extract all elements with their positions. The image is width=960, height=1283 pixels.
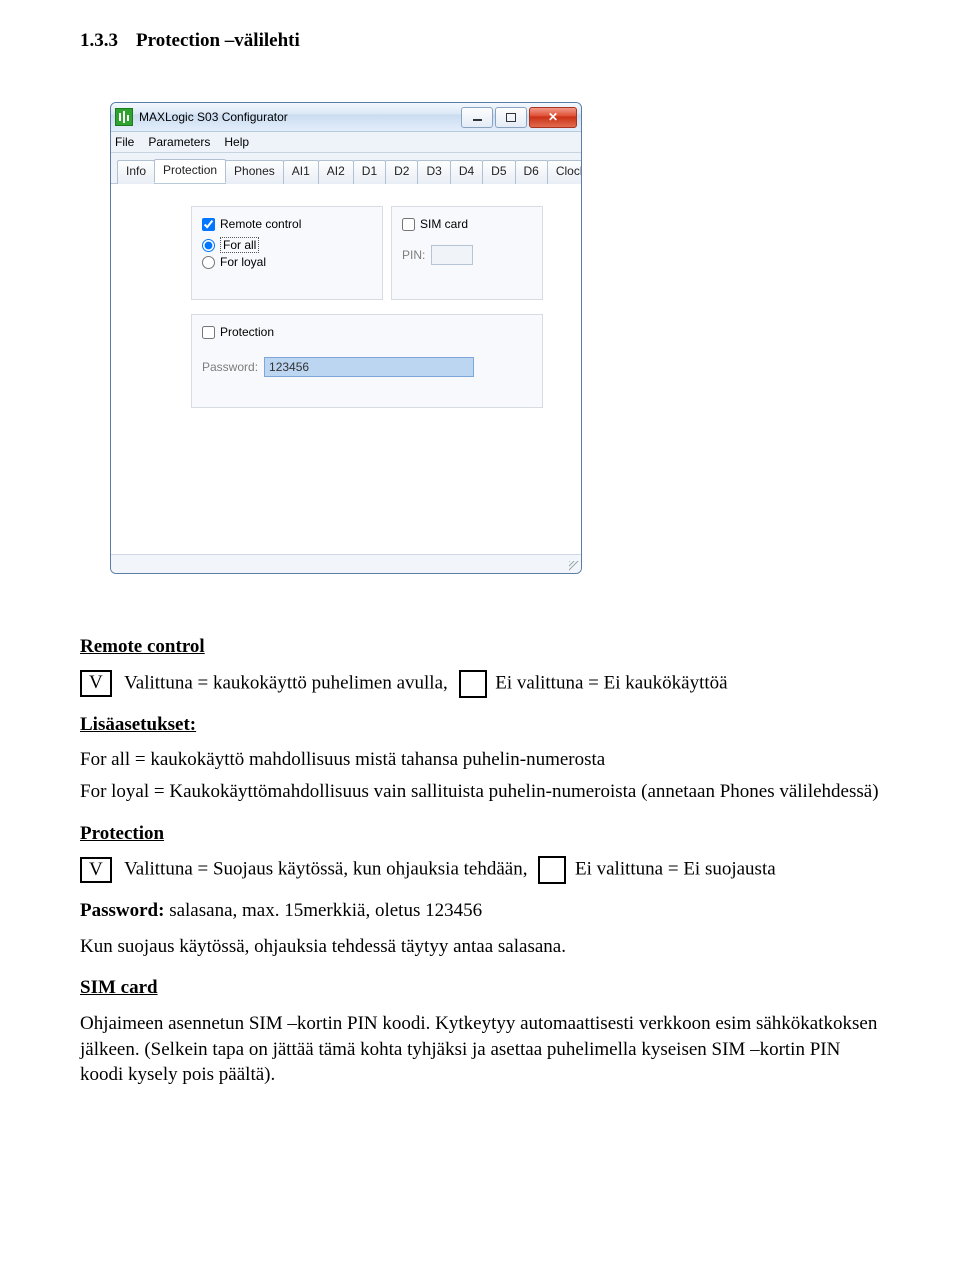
- menubar: File Parameters Help: [111, 132, 581, 153]
- protection-checkbox[interactable]: [202, 326, 215, 339]
- radio-for-all[interactable]: [202, 239, 215, 252]
- sim-heading: SIM card: [80, 975, 880, 1001]
- password-label: Password:: [202, 360, 258, 374]
- remote-control-heading: Remote control: [80, 634, 880, 660]
- tab-d4[interactable]: D4: [450, 160, 483, 184]
- tab-protection[interactable]: Protection: [154, 159, 226, 183]
- sim-card-label: SIM card: [420, 217, 468, 231]
- section-number: 1.3.3: [80, 30, 118, 51]
- resize-grip[interactable]: [569, 561, 579, 571]
- tab-d3[interactable]: D3: [417, 160, 450, 184]
- radio-for-loyal[interactable]: [202, 256, 215, 269]
- app-window: MAXLogic S03 Configurator ✕ File Paramet…: [110, 102, 582, 574]
- tab-content: Remote control For all For loyal: [111, 184, 581, 554]
- forall-text: For all = kaukokäyttö mahdollisuus mistä…: [80, 747, 880, 773]
- close-button[interactable]: ✕: [529, 107, 577, 128]
- remote-text-valittuna: Valittuna = kaukokäyttö puhelimen avulla…: [124, 672, 448, 693]
- group-sim-card: SIM card PIN:: [391, 206, 543, 300]
- pin-input[interactable]: [431, 245, 473, 265]
- protection-text-eivalittuna: Ei valittuna = Ei suojausta: [575, 859, 776, 880]
- minimize-button[interactable]: [461, 107, 493, 128]
- forloyal-text: For loyal = Kaukokäyttömahdollisuus vain…: [80, 779, 880, 805]
- tab-d2[interactable]: D2: [385, 160, 418, 184]
- tab-ai2[interactable]: AI2: [318, 160, 354, 184]
- vbox-symbol-2: V: [80, 857, 112, 884]
- sim-card-checkbox[interactable]: [402, 218, 415, 231]
- password-bold: Password:: [80, 900, 164, 921]
- tab-d1[interactable]: D1: [353, 160, 386, 184]
- menu-file[interactable]: File: [115, 135, 134, 149]
- close-icon: ✕: [548, 111, 558, 123]
- protection-description-line: V Valittuna = Suojaus käytössä, kun ohja…: [80, 856, 880, 884]
- lisa-heading: Lisäasetukset:: [80, 712, 880, 738]
- tab-phones[interactable]: Phones: [225, 160, 284, 184]
- radio-for-all-label: For all: [220, 237, 259, 253]
- protection-heading: Protection: [80, 821, 880, 847]
- menu-parameters[interactable]: Parameters: [148, 135, 210, 149]
- tab-d6[interactable]: D6: [515, 160, 548, 184]
- section-heading: 1.3.3 Protection –välilehti: [80, 30, 880, 52]
- empty-box-symbol: [459, 670, 487, 698]
- protection-extra: Kun suojaus käytössä, ohjauksia tehdessä…: [80, 934, 880, 960]
- empty-box-symbol-2: [538, 856, 566, 884]
- group-protection: Protection Password:: [191, 314, 543, 408]
- remote-control-label: Remote control: [220, 217, 301, 231]
- tab-clock[interactable]: Clock: [547, 160, 582, 184]
- window-title: MAXLogic S03 Configurator: [139, 110, 288, 124]
- remote-control-checkbox[interactable]: [202, 218, 215, 231]
- vbox-symbol: V: [80, 670, 112, 697]
- menu-help[interactable]: Help: [224, 135, 249, 149]
- app-icon: [115, 108, 133, 126]
- tab-d5[interactable]: D5: [482, 160, 515, 184]
- remote-description-line: V Valittuna = kaukokäyttö puhelimen avul…: [80, 670, 880, 698]
- screenshot-container: MAXLogic S03 Configurator ✕ File Paramet…: [110, 102, 880, 574]
- password-line: Password: salasana, max. 15merkkiä, olet…: [80, 898, 880, 924]
- group-remote-control: Remote control For all For loyal: [191, 206, 383, 300]
- radio-for-loyal-label: For loyal: [220, 255, 266, 269]
- protection-text-valittuna: Valittuna = Suojaus käytössä, kun ohjauk…: [124, 859, 527, 880]
- section-title: Protection –välilehti: [136, 30, 300, 51]
- tabstrip: Info Protection Phones AI1 AI2 D1 D2 D3 …: [111, 153, 581, 184]
- tab-info[interactable]: Info: [117, 160, 155, 184]
- sim-text: Ohjaimeen asennetun SIM –kortin PIN kood…: [80, 1011, 880, 1088]
- maximize-button[interactable]: [495, 107, 527, 128]
- password-rest: salasana, max. 15merkkiä, oletus 123456: [164, 900, 482, 921]
- protection-label: Protection: [220, 325, 274, 339]
- pin-label: PIN:: [402, 248, 425, 262]
- tab-ai1[interactable]: AI1: [283, 160, 319, 184]
- remote-text-eivalittuna: Ei valittuna = Ei kaukökäyttöä: [495, 672, 727, 693]
- titlebar[interactable]: MAXLogic S03 Configurator ✕: [111, 103, 581, 132]
- statusbar: [111, 554, 581, 573]
- password-input[interactable]: [264, 357, 474, 377]
